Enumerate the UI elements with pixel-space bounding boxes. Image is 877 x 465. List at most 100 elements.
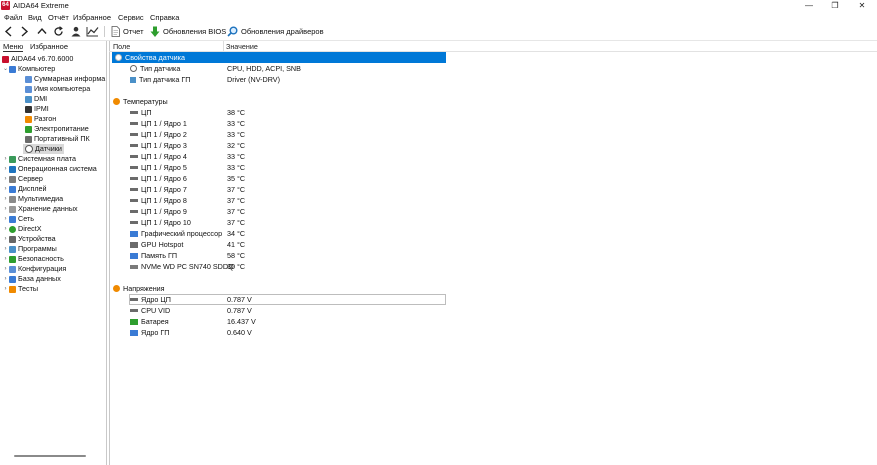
table-row[interactable]: Батарея 16.437 V xyxy=(110,316,450,327)
chevron-right-icon[interactable]: › xyxy=(2,204,9,214)
server-icon xyxy=(9,175,16,183)
chevron-right-icon[interactable]: › xyxy=(2,254,9,264)
tree-item-overclock[interactable]: Разгон xyxy=(25,114,56,124)
minimize-button[interactable]: — xyxy=(796,0,822,11)
tree-item-computer[interactable]: ⌄ Компьютер xyxy=(2,64,55,74)
tree-item-software[interactable]: › Программы xyxy=(2,244,57,254)
tree-item-database[interactable]: › База данных xyxy=(2,274,61,284)
tree-item-sensors[interactable]: Датчики xyxy=(23,144,64,154)
horizontal-scrollbar[interactable] xyxy=(14,455,86,457)
row-field: ЦП 1 / Ядро 9 xyxy=(141,207,187,216)
driver-update-button[interactable]: Обновления драйверов xyxy=(227,25,324,38)
menu-file[interactable]: Файл xyxy=(4,13,22,22)
tree-item-network[interactable]: › Сеть xyxy=(2,214,35,224)
table-row[interactable]: Тип датчика ГП Driver (NV-DRV) xyxy=(110,74,450,85)
refresh-button[interactable] xyxy=(53,25,64,38)
bios-update-button[interactable]: Обновления BIOS xyxy=(150,25,226,38)
back-button[interactable] xyxy=(4,25,13,38)
tree-item-label: Портативный ПК xyxy=(34,134,90,143)
row-field: Ядро ГП xyxy=(141,328,170,337)
tree-item-storage[interactable]: › Хранение данных xyxy=(2,204,78,214)
chevron-right-icon[interactable]: › xyxy=(2,214,9,224)
tree-item-server[interactable]: › Сервер xyxy=(2,174,43,184)
table-row[interactable]: ЦП 1 / Ядро 1 33 °C xyxy=(110,118,450,129)
chevron-right-icon[interactable]: › xyxy=(2,184,9,194)
tree-item-dmi[interactable]: DMI xyxy=(25,94,47,104)
chevron-right-icon[interactable]: › xyxy=(2,284,9,294)
tree-root-label: AIDA64 v6.70.6000 xyxy=(11,54,74,63)
tree-item-config[interactable]: › Конфигурация xyxy=(2,264,67,274)
chevron-down-icon[interactable]: ⌄ xyxy=(2,64,9,74)
tree-item-directx[interactable]: › DirectX xyxy=(2,224,42,234)
overclock-flame-icon xyxy=(25,115,32,123)
tab-favorites[interactable]: Избранное xyxy=(30,42,68,51)
table-row[interactable]: NVMe WD PC SN740 SDDQ 30 °C xyxy=(110,261,450,272)
chart-button[interactable] xyxy=(86,25,99,38)
chevron-right-icon[interactable]: › xyxy=(2,234,9,244)
table-row[interactable]: ЦП 1 / Ядро 6 35 °C xyxy=(110,173,450,184)
report-button[interactable]: Отчет xyxy=(111,25,144,38)
tree-root[interactable]: AIDA64 v6.70.6000 xyxy=(2,54,73,64)
battery-icon xyxy=(130,318,138,325)
maximize-button[interactable]: ❐ xyxy=(822,0,848,11)
table-row[interactable]: Тип датчика CPU, HDD, ACPI, SNB xyxy=(110,63,450,74)
user-button[interactable] xyxy=(70,25,82,38)
tree-item-computer-name[interactable]: Имя компьютера xyxy=(25,84,90,94)
tab-menu[interactable]: Меню xyxy=(3,42,24,52)
chevron-right-icon[interactable]: › xyxy=(2,264,9,274)
section-header-voltages[interactable]: Напряжения xyxy=(110,283,450,294)
tree-item-os[interactable]: › Операционная система xyxy=(2,164,97,174)
chevron-right-icon[interactable]: › xyxy=(2,274,9,284)
forward-button[interactable] xyxy=(20,25,29,38)
table-row[interactable]: ЦП 1 / Ядро 2 33 °C xyxy=(110,129,450,140)
tree-item-label: Разгон xyxy=(34,114,57,123)
row-field: ЦП 1 / Ядро 5 xyxy=(141,163,187,172)
column-header-value[interactable]: Значение xyxy=(226,42,258,51)
column-divider[interactable] xyxy=(223,41,224,51)
tree-item-security[interactable]: › Безопасность xyxy=(2,254,64,264)
chevron-right-icon[interactable]: › xyxy=(2,224,9,234)
table-row[interactable]: ЦП 1 / Ядро 9 37 °C xyxy=(110,206,450,217)
table-row[interactable]: GPU Hotspot 41 °C xyxy=(110,239,450,250)
tree-item-display[interactable]: › Дисплей xyxy=(2,184,47,194)
row-field: ЦП 1 / Ядро 6 xyxy=(141,174,187,183)
table-row[interactable]: Ядро ГП 0.640 V xyxy=(110,327,450,338)
menu-help[interactable]: Справка xyxy=(150,13,179,22)
tree-item-motherboard[interactable]: › Системная плата xyxy=(2,154,76,164)
tree-item-ipmi[interactable]: IPMI xyxy=(25,104,49,114)
chevron-right-icon[interactable]: › xyxy=(2,164,9,174)
tree-item-devices[interactable]: › Устройства xyxy=(2,234,56,244)
tree-item-multimedia[interactable]: › Мультимедиа xyxy=(2,194,64,204)
table-row[interactable]: ЦП 38 °C xyxy=(110,107,450,118)
table-row[interactable]: CPU VID 0.787 V xyxy=(110,305,450,316)
close-button[interactable]: ✕ xyxy=(849,0,875,11)
row-value: Driver (NV-DRV) xyxy=(227,75,280,84)
chevron-right-icon[interactable]: › xyxy=(2,154,9,164)
table-row[interactable]: Ядро ЦП 0.787 V xyxy=(129,294,446,305)
column-header-field[interactable]: Поле xyxy=(113,42,130,51)
table-row[interactable]: ЦП 1 / Ядро 5 33 °C xyxy=(110,162,450,173)
menu-report[interactable]: Отчёт xyxy=(48,13,69,22)
table-row[interactable]: Графический процессор 34 °C xyxy=(110,228,450,239)
menu-service[interactable]: Сервис xyxy=(118,13,144,22)
navigation-pane: Меню Избранное AIDA64 v6.70.6000 ⌄ Компь… xyxy=(0,41,107,465)
tree-item-label: Компьютер xyxy=(18,64,56,73)
table-row[interactable]: Память ГП 58 °C xyxy=(110,250,450,261)
tree-item-portable[interactable]: Портативный ПК xyxy=(25,134,90,144)
menu-view[interactable]: Вид xyxy=(28,13,42,22)
chevron-right-icon[interactable]: › xyxy=(2,174,9,184)
table-row[interactable]: ЦП 1 / Ядро 3 32 °C xyxy=(110,140,450,151)
section-header-temperatures[interactable]: Температуры xyxy=(110,96,450,107)
section-header-sensor-properties[interactable]: Свойства датчика xyxy=(112,52,446,63)
chevron-right-icon[interactable]: › xyxy=(2,244,9,254)
table-row[interactable]: ЦП 1 / Ядро 4 33 °C xyxy=(110,151,450,162)
menu-favorites[interactable]: Избранное xyxy=(73,13,111,22)
table-row[interactable]: ЦП 1 / Ядро 7 37 °C xyxy=(110,184,450,195)
tree-item-power[interactable]: Электропитание xyxy=(25,124,89,134)
up-button[interactable] xyxy=(37,25,47,38)
tree-item-summary[interactable]: Суммарная информа xyxy=(25,74,105,84)
table-row[interactable]: ЦП 1 / Ядро 8 37 °C xyxy=(110,195,450,206)
chevron-right-icon[interactable]: › xyxy=(2,194,9,204)
table-row[interactable]: ЦП 1 / Ядро 10 37 °C xyxy=(110,217,450,228)
tree-item-benchmark[interactable]: › Тесты xyxy=(2,284,39,294)
